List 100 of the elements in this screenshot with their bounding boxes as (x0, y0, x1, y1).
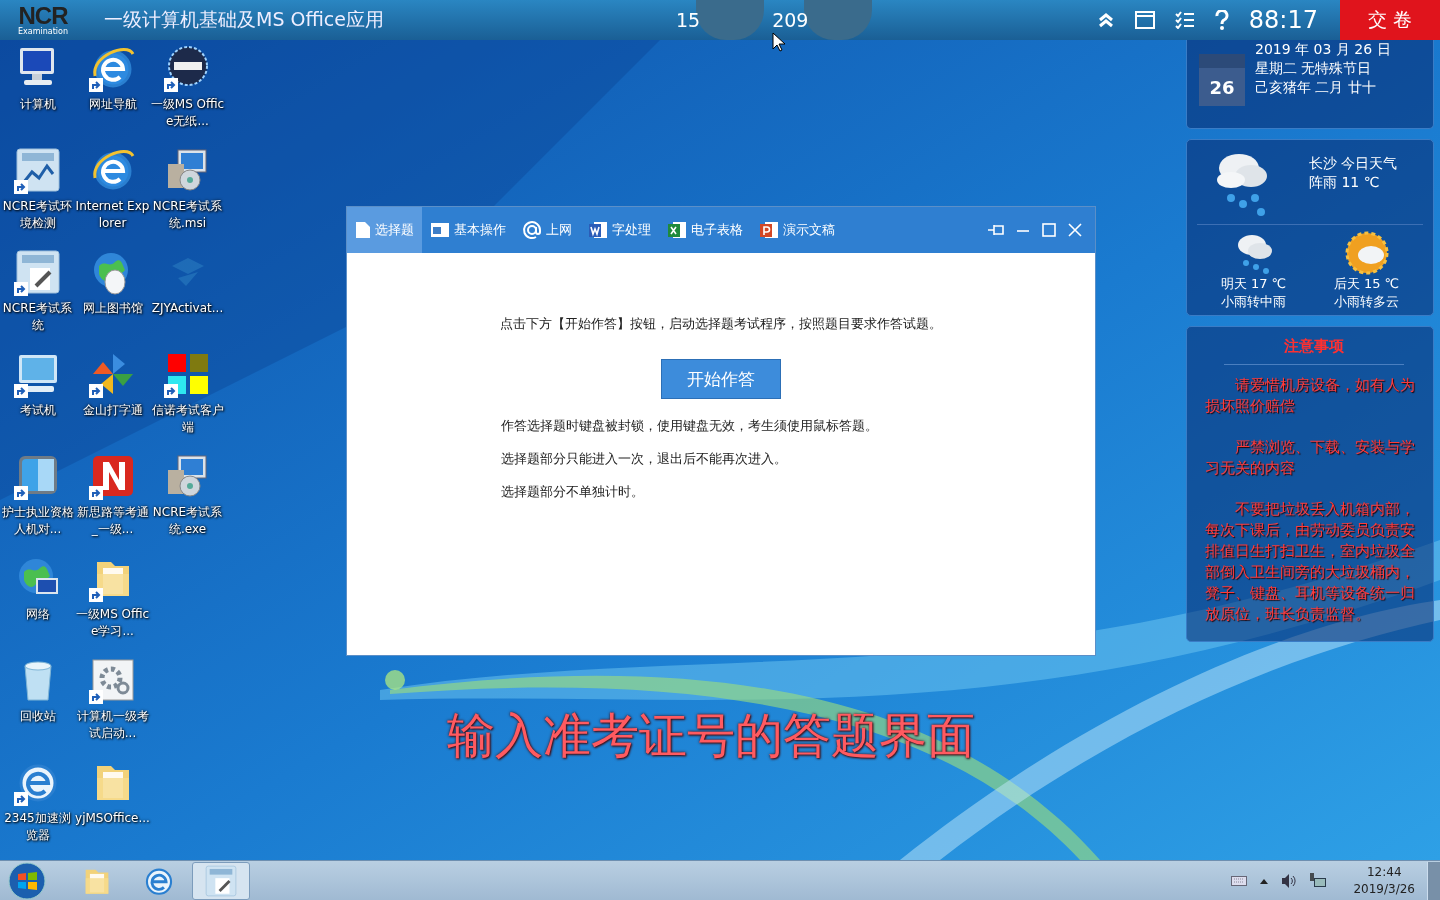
shortcut-label: 新思路等考通_一级... (75, 504, 150, 538)
tab[interactable]: 演示文稿 (751, 207, 843, 253)
close-icon[interactable] (1067, 222, 1083, 238)
start-button[interactable] (8, 862, 46, 900)
shortcut-label: ZJYActivat... (150, 300, 225, 317)
desktop-shortcut[interactable]: 护士执业资格人机对... (0, 452, 75, 554)
calendar-day: 26 (1199, 54, 1245, 106)
start-answer-button[interactable]: 开始作答 (661, 359, 781, 399)
desktop-shortcut[interactable]: Internet Explorer (75, 146, 150, 248)
desktop-shortcut[interactable]: 考试机 (0, 350, 75, 452)
shortcut-label: 一级MS Office学习... (75, 606, 150, 640)
show-desktop-button[interactable] (1427, 862, 1440, 900)
desktop-shortcut[interactable]: 信诺考试客户端 (150, 350, 225, 452)
shortcut-label: NCRE考试系统.exe (151, 504, 224, 538)
notice-paragraph: 不要把垃圾丢入机箱内部，每次下课后，由劳动委员负责安排值日生打扫卫生，室内垃圾全部倒入卫生间旁的大垃圾桶内，凳子、键盘、耳机等设备统一归放原位，班长负责监督。 (1205, 499, 1416, 625)
desktop-shortcut[interactable]: 计算机 (0, 44, 75, 146)
tab[interactable]: 字处理 (580, 207, 659, 253)
desktop-shortcut[interactable]: 网上图书馆 (75, 248, 150, 350)
clock-time: 12:44 (1366, 864, 1402, 881)
desktop-shortcut[interactable]: 计算机一级考试启动... (75, 656, 150, 758)
shortcut-label: NCRE考试系统 (1, 300, 74, 334)
sun-cloud-icon (1344, 231, 1389, 275)
at-sign-icon (522, 220, 542, 240)
shortcut-label: 网址导航 (87, 96, 138, 113)
shortcut-label: 2345加速浏览器 (3, 810, 72, 844)
desktop-shortcut[interactable]: 2345加速浏览器 (0, 758, 75, 860)
caption-text: 输入准考证号的答题界面 (447, 706, 975, 765)
shortcut-label: 一级MS Office无纸... (150, 96, 225, 130)
checklist-icon[interactable] (1174, 11, 1195, 29)
spreadsheet-icon (667, 220, 687, 240)
forecast-text: 小雨转中雨 (1221, 293, 1286, 311)
note-text: 选择题部分只能进入一次，退出后不能再次进入。 (501, 450, 788, 468)
desktop-shortcut[interactable]: 一级MS Office学习... (75, 554, 150, 656)
word-doc-icon (588, 220, 608, 240)
chevron-up-icon[interactable] (1259, 877, 1270, 885)
shortcut-label: 回收站 (18, 708, 57, 725)
candidate-info: 209 (772, 9, 809, 31)
shortcut-label: 护士执业资格人机对... (0, 504, 75, 538)
shortcut-label: NCRE考试环境检测 (1, 198, 74, 232)
speaker-icon[interactable] (1281, 873, 1298, 889)
forecast-text: 小雨转多云 (1334, 293, 1399, 311)
desktop-shortcut[interactable]: 一级MS Office无纸... (150, 44, 225, 146)
date-line: 己亥猪年 二月 廿十 (1255, 78, 1377, 97)
mouse-cursor-icon (772, 32, 786, 52)
shortcut-label: 网络 (24, 606, 51, 623)
forecast-text: 明天 17 ℃ (1220, 275, 1287, 293)
forecast-text: 后天 15 ℃ (1333, 275, 1400, 293)
desktop-shortcut[interactable]: NCRE考试系统.exe (150, 452, 225, 554)
notice-title: 注意事项 (1224, 337, 1404, 365)
network-icon[interactable] (1309, 872, 1328, 890)
help-icon[interactable] (1214, 10, 1229, 30)
document-icon (13, 248, 62, 296)
shortcut-label: Internet Explorer (75, 198, 150, 232)
slides-icon (759, 220, 779, 240)
candidate-info: 15 (675, 9, 701, 31)
shortcut-label: 考试机 (18, 402, 57, 419)
shortcut-label: 金山打字通 (81, 402, 144, 419)
window-icon (430, 222, 450, 238)
shortcut-label: 计算机 (18, 96, 57, 113)
window-icon[interactable] (1134, 11, 1155, 29)
logo: NCR Examination (17, 4, 69, 36)
desktop-shortcut[interactable]: NCRE考试系统.msi (150, 146, 225, 248)
shortcut-label: NCRE考试系统.msi (151, 198, 224, 232)
note-text: 作答选择题时键盘被封锁，使用键盘无效，考生须使用鼠标答题。 (501, 417, 878, 435)
desktop-shortcut[interactable]: 新思路等考通_一级... (75, 452, 150, 554)
desktop-shortcut[interactable]: NCRE考试系统 (0, 248, 75, 350)
document-icon (204, 864, 238, 898)
countdown-timer: 88:17 (1248, 6, 1318, 34)
taskbar-app[interactable] (192, 862, 250, 900)
pin-icon[interactable] (987, 222, 1005, 238)
desktop-shortcut[interactable]: 网络 (0, 554, 75, 656)
tab[interactable]: 基本操作 (422, 207, 514, 253)
notice-paragraph: 请爱惜机房设备，如有人为损坏照价赔偿 (1205, 375, 1416, 417)
document-icon (13, 146, 62, 194)
weather-text: 阵雨 11 ℃ (1309, 173, 1381, 192)
tab[interactable]: 选择题 (347, 207, 422, 253)
desktop-shortcut[interactable]: 回收站 (0, 656, 75, 758)
date-line: 星期二 无特殊节日 (1255, 59, 1373, 78)
desktop-shortcut[interactable]: 网址导航 (75, 44, 150, 146)
shortcut-label: 网上图书馆 (81, 300, 144, 317)
chevrons-up-icon[interactable] (1096, 11, 1115, 29)
desktop-shortcut[interactable]: yjMSOffice... (75, 758, 150, 860)
tab[interactable]: 电子表格 (659, 207, 751, 253)
shortcut-label: 计算机一级考试启动... (75, 708, 150, 742)
clock-date: 2019/3/26 (1353, 881, 1415, 898)
tab[interactable]: 上网 (514, 207, 580, 253)
submit-button[interactable]: 交 卷 (1340, 0, 1440, 40)
app-title: 一级计算机基础及MS Office应用 (104, 7, 384, 32)
notice-paragraph: 严禁浏览、下载、安装与学习无关的内容 (1205, 437, 1416, 479)
shortcut-label: 信诺考试客户端 (150, 402, 225, 436)
shortcut-label: yjMSOffice... (75, 810, 150, 827)
document-icon (355, 221, 371, 239)
instruction-text: 点击下方【开始作答】按钮，启动选择题考试程序，按照题目要求作答试题。 (500, 315, 942, 333)
desktop-shortcut[interactable]: NCRE考试环境检测 (0, 146, 75, 248)
desktop-shortcut[interactable]: 金山打字通 (75, 350, 150, 452)
note-text: 选择题部分不单独计时。 (501, 483, 645, 501)
maximize-icon[interactable] (1041, 222, 1057, 238)
date-line: 2019 年 03 月 26 日 (1255, 40, 1391, 59)
desktop-shortcut[interactable]: ZJYActivat... (150, 248, 225, 350)
keyboard-icon[interactable] (1231, 876, 1248, 886)
